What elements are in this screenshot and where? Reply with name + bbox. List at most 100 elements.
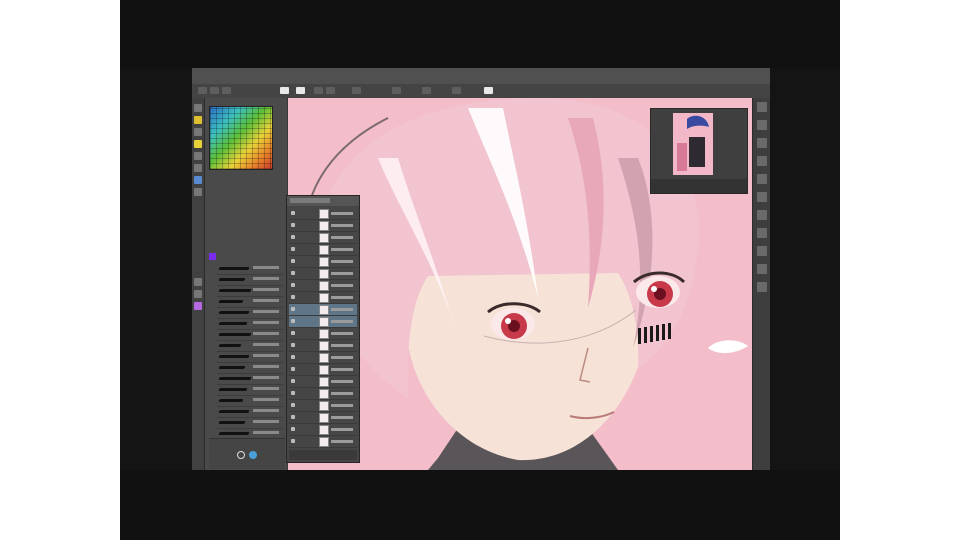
layer-row[interactable] [289,388,357,400]
layer-thumbnail [319,305,329,315]
brush-name [253,332,279,335]
layer-name [331,260,353,263]
new-button[interactable] [198,87,207,94]
eye-icon[interactable] [291,319,295,323]
layer-row[interactable] [289,220,357,232]
panel-toggle-icon[interactable] [757,120,767,130]
panel-toggle-icon[interactable] [757,156,767,166]
view-toggle-button[interactable] [296,87,305,94]
transform-button[interactable] [392,87,401,94]
eraser-tool-icon[interactable] [194,128,202,136]
brush-stroke-preview [218,289,252,292]
eye-icon[interactable] [291,295,295,299]
layer-row[interactable] [289,280,357,292]
panel-toggle-icon[interactable] [757,228,767,238]
layer-row[interactable] [289,256,357,268]
color-dot-icon[interactable] [249,451,257,459]
brush-name [253,387,279,390]
brush-size-icon[interactable] [237,451,245,459]
brush-name [253,266,279,269]
layer-row[interactable] [289,328,357,340]
layer-row[interactable] [289,268,357,280]
eye-icon[interactable] [291,331,295,335]
current-color-chip[interactable] [209,253,216,260]
color-set-swatches[interactable] [209,106,273,170]
eye-icon[interactable] [291,235,295,239]
layer-row[interactable] [289,352,357,364]
eyedropper-tool-icon[interactable] [194,188,202,196]
navigator-preview[interactable] [673,113,713,175]
crop-button[interactable] [452,87,461,94]
panel-toggle-icon[interactable] [757,246,767,256]
brush-name [253,288,279,291]
layer-thumbnail [319,281,329,291]
move-tool-icon[interactable] [194,164,202,172]
eye-icon[interactable] [291,379,295,383]
panel-toggle-icon[interactable] [757,282,767,292]
panel-toggle-icon[interactable] [757,102,767,112]
eye-icon[interactable] [291,211,295,215]
layer-row[interactable] [289,208,357,220]
gradient-tool-icon[interactable] [194,290,202,298]
layer-row-active[interactable] [289,304,357,316]
panel-toggle-icon[interactable] [757,138,767,148]
layer-thumbnail [319,353,329,363]
layer-thumbnail [319,317,329,327]
layer-row[interactable] [289,292,357,304]
brush-name [253,420,279,423]
layer-row[interactable] [289,436,357,448]
select-tool-icon[interactable] [194,152,202,160]
save-button[interactable] [222,87,231,94]
eye-icon[interactable] [291,355,295,359]
pen-tool-icon[interactable] [194,104,202,112]
canvas-toggle-button[interactable] [280,87,289,94]
eye-icon[interactable] [291,415,295,419]
panel-toggle-icon[interactable] [757,192,767,202]
panel-toggle-icon[interactable] [757,264,767,274]
layer-row[interactable] [289,340,357,352]
layer-row[interactable] [289,244,357,256]
layer-thumbnail [319,269,329,279]
canvas-preview-button[interactable] [484,87,493,94]
deselect-button[interactable] [422,87,431,94]
clear-button[interactable] [352,87,361,94]
layer-thumbnail [319,341,329,351]
eye-icon[interactable] [291,247,295,251]
panel-toggle-icon[interactable] [757,210,767,220]
open-button[interactable] [210,87,219,94]
eye-icon[interactable] [291,427,295,431]
layer-row[interactable] [289,376,357,388]
text-tool-icon[interactable] [194,176,202,184]
ruler-tool-icon[interactable] [194,278,202,286]
layer-row[interactable] [289,424,357,436]
eye-icon[interactable] [291,439,295,443]
blend-tool-icon[interactable] [194,302,202,310]
layer-row-active[interactable] [289,316,357,328]
eye-icon[interactable] [291,343,295,347]
layer-row[interactable] [289,400,357,412]
eye-icon[interactable] [291,367,295,371]
navigator-panel [650,108,748,194]
eye-icon[interactable] [291,259,295,263]
eye-icon[interactable] [291,271,295,275]
panel-toggle-icon[interactable] [757,174,767,184]
eye-icon[interactable] [291,283,295,287]
layer-row[interactable] [289,364,357,376]
layer-name [331,404,353,407]
layer-panel-tabs[interactable] [290,198,330,203]
layer-name [331,416,353,419]
redo-button[interactable] [326,87,335,94]
layer-thumbnail [319,437,329,447]
layer-row[interactable] [289,232,357,244]
eye-icon[interactable] [291,403,295,407]
fill-tool-icon[interactable] [194,140,202,148]
eye-icon[interactable] [291,223,295,227]
layer-thumbnail [319,401,329,411]
navigator-zoom-bar[interactable] [651,179,747,193]
eye-icon[interactable] [291,391,295,395]
eye-icon[interactable] [291,307,295,311]
brush-tool-icon[interactable] [194,116,202,124]
layer-row[interactable] [289,412,357,424]
undo-button[interactable] [314,87,323,94]
brush-name [253,365,279,368]
